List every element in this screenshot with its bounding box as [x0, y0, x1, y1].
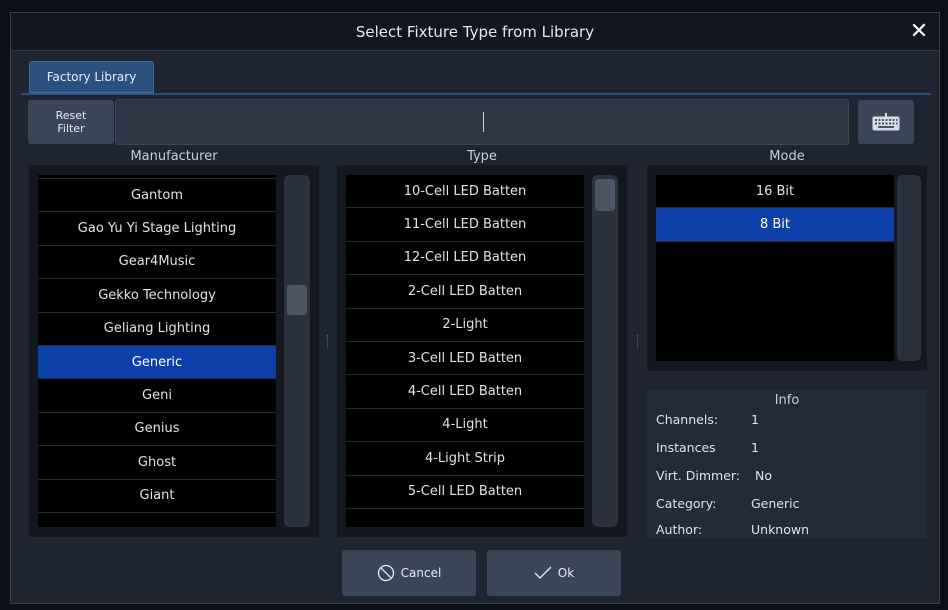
- manufacturer-list-item[interactable]: Gekko Technology: [38, 279, 276, 313]
- keyboard-button[interactable]: [858, 100, 914, 144]
- info-category-value: Generic: [751, 496, 800, 511]
- fixture-library-dialog: Select Fixture Type from Library ✕ Facto…: [10, 12, 940, 604]
- ok-label: Ok: [557, 566, 575, 580]
- type-list-item[interactable]: 2-Light: [346, 309, 584, 342]
- manufacturer-list-item[interactable]: Genius: [38, 413, 276, 447]
- column-resize-handle[interactable]: [327, 335, 329, 349]
- cancel-icon: [377, 564, 394, 582]
- type-list-item[interactable]: 4-Light Strip: [346, 442, 584, 476]
- info-virt-dimmer-label: Virt. Dimmer:: [656, 468, 741, 483]
- info-instances-label: Instances: [656, 440, 716, 455]
- manufacturer-list-item[interactable]: Ghost: [38, 446, 276, 480]
- manufacturer-list: Gantom Gao Yu Yi Stage Lighting Gear4Music…: [38, 175, 276, 527]
- cancel-button[interactable]: Cancel: [342, 550, 476, 596]
- mode-list-item[interactable]: 8 Bit: [656, 208, 894, 242]
- type-list-item[interactable]: 5-Cell LED Batten: [346, 476, 584, 509]
- ok-button[interactable]: Ok: [487, 550, 621, 596]
- type-list-item[interactable]: 11-Cell LED Batten: [346, 208, 584, 242]
- mode-list-item[interactable]: 16 Bit: [656, 175, 894, 209]
- cancel-label: Cancel: [400, 566, 442, 580]
- type-panel: 10-Cell LED Batten 11-Cell LED Batten 12-C…: [337, 165, 627, 537]
- mode-list: 16 Bit 8 Bit: [656, 175, 894, 361]
- type-list: 10-Cell LED Batten 11-Cell LED Batten 12-C…: [346, 175, 584, 527]
- manufacturer-list-item[interactable]: Geliang Lighting: [38, 313, 276, 346]
- type-scrollbar[interactable]: [592, 175, 618, 527]
- type-list-item[interactable]: 3-Cell LED Batten: [346, 342, 584, 376]
- title-bar: Select Fixture Type from Library ✕: [11, 13, 939, 51]
- type-list-item[interactable]: 2-Cell LED Batten: [346, 275, 584, 309]
- column-resize-handle[interactable]: [637, 335, 639, 349]
- info-title: Info: [774, 393, 800, 408]
- manufacturer-list-item[interactable]: Giant: [38, 480, 276, 513]
- scroll-thumb[interactable]: [595, 179, 615, 211]
- manufacturer-panel: Gantom Gao Yu Yi Stage Lighting Gear4Music…: [29, 165, 319, 537]
- manufacturer-list-item[interactable]: Generic: [38, 345, 276, 380]
- manufacturer-scrollbar[interactable]: [284, 175, 310, 527]
- text-caret: [483, 112, 484, 132]
- search-input[interactable]: [115, 99, 849, 145]
- keyboard-icon: [872, 113, 900, 131]
- dialog-title: Select Fixture Type from Library: [355, 23, 595, 41]
- manufacturer-list-item[interactable]: Gao Yu Yi Stage Lighting: [38, 212, 276, 246]
- type-list-item[interactable]: 4-Cell LED Batten: [346, 375, 584, 409]
- manufacturer-list-item[interactable]: Gear4Music: [38, 246, 276, 280]
- type-list-item[interactable]: 12-Cell LED Batten: [346, 242, 584, 276]
- info-category-label: Category:: [656, 496, 717, 511]
- reset-filter-button[interactable]: Reset Filter: [28, 100, 114, 144]
- type-list-item[interactable]: 10-Cell LED Batten: [346, 175, 584, 209]
- scroll-thumb[interactable]: [287, 285, 307, 315]
- info-channels-label: Channels:: [656, 412, 719, 427]
- info-virt-dimmer-value: No: [755, 468, 772, 483]
- info-author-label: Author:: [656, 522, 703, 537]
- info-author-value: Unknown: [751, 522, 810, 537]
- list-item-partial: [346, 509, 584, 527]
- info-channels-value: 1: [751, 412, 759, 427]
- info-panel: Info Channels: 1 Instances 1 Virt. Dimme…: [647, 390, 927, 538]
- type-list-item[interactable]: 4-Light: [346, 409, 584, 443]
- info-instances-value: 1: [751, 440, 759, 455]
- tab-factory-library[interactable]: Factory Library: [29, 61, 154, 93]
- mode-panel: 16 Bit 8 Bit: [647, 165, 927, 371]
- tab-underline: [21, 93, 931, 95]
- manufacturer-list-item[interactable]: Gantom: [38, 179, 276, 213]
- mode-scrollbar[interactable]: [897, 175, 921, 361]
- manufacturer-list-item[interactable]: Geni: [38, 379, 276, 413]
- close-icon[interactable]: ✕: [905, 18, 933, 46]
- checkmark-icon: [534, 566, 552, 579]
